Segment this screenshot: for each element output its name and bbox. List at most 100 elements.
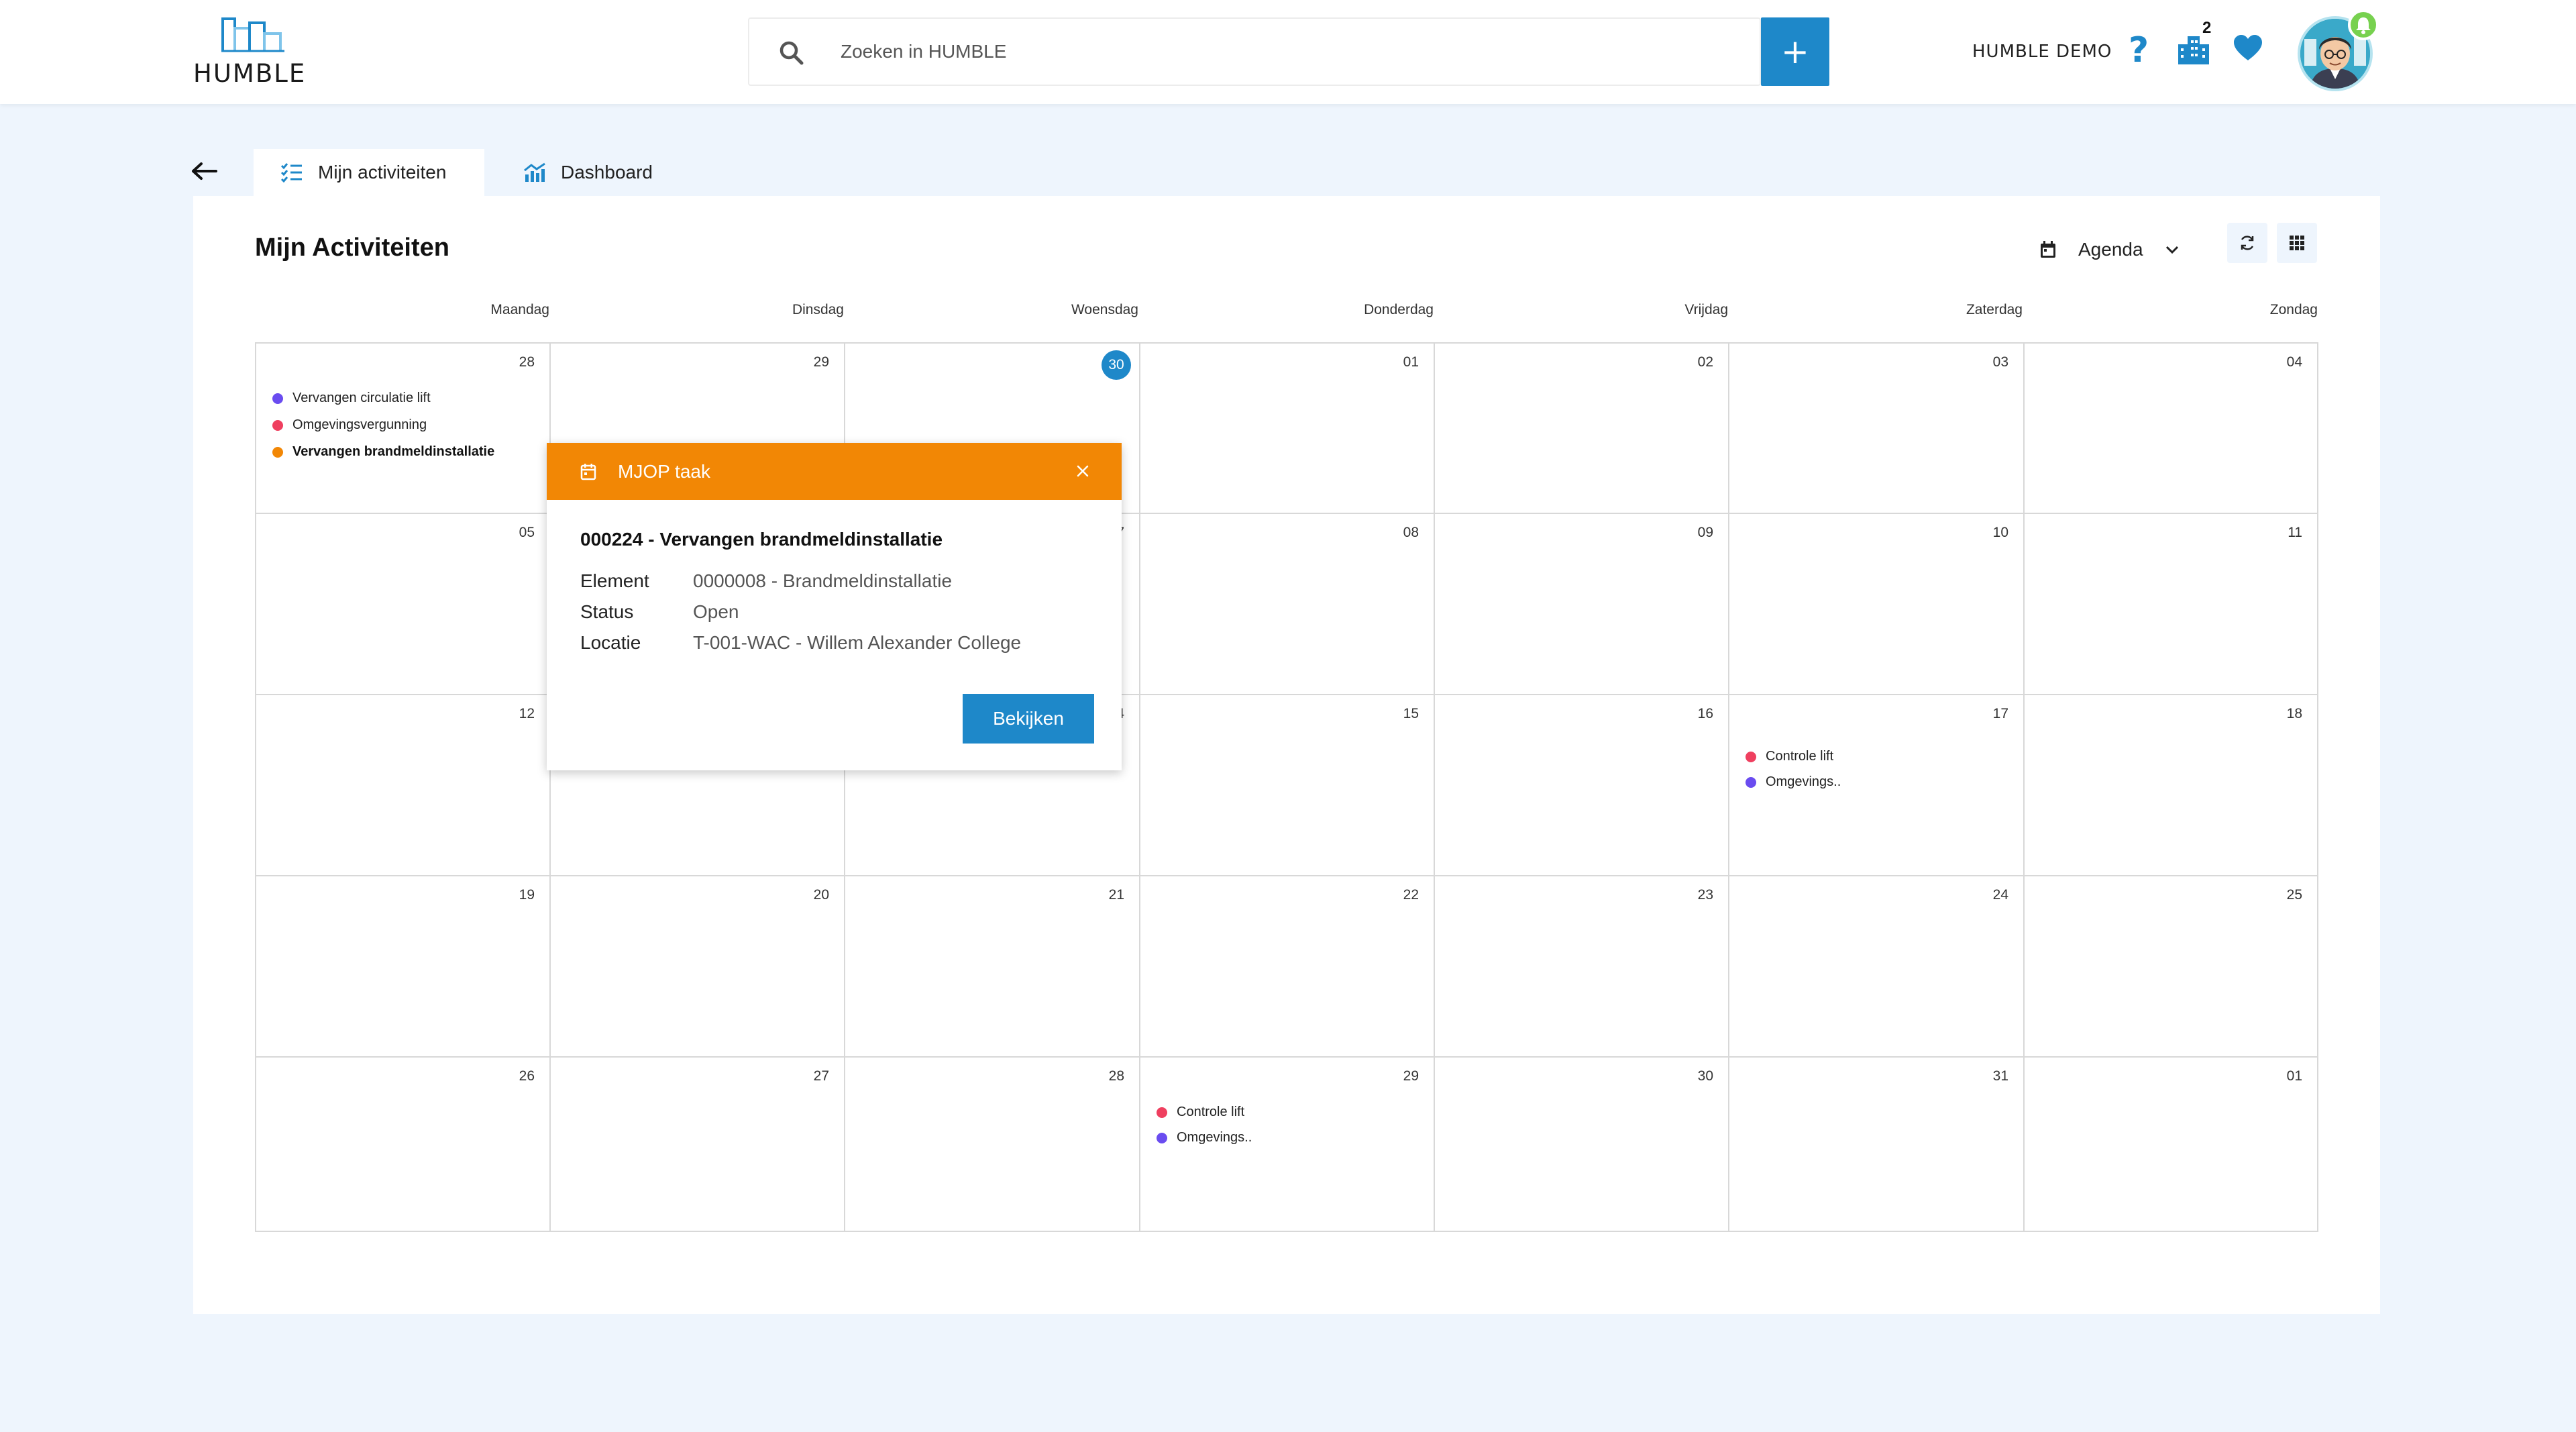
notification-bell-icon[interactable] (2348, 9, 2379, 40)
event-label: Omgevings.. (1177, 1130, 1252, 1145)
day-number: 01 (2286, 1068, 2302, 1084)
calendar-day[interactable]: 02 (1435, 344, 1729, 514)
help-icon[interactable]: ? (2129, 30, 2149, 70)
humble-logo[interactable]: HUMBLE (193, 13, 314, 94)
tab-dashboard[interactable]: Dashboard (523, 149, 684, 196)
heart-icon[interactable] (2233, 34, 2263, 62)
calendar-day[interactable]: 28 Vervangen circulatie lift Omgevingsve… (256, 344, 551, 514)
event-label: Omgevings.. (1766, 774, 1841, 789)
calendar-event[interactable]: Controle lift (1157, 1105, 1244, 1120)
day-number: 11 (2288, 525, 2302, 540)
calendar-day[interactable]: 18 (2025, 695, 2318, 876)
calendar-day[interactable]: 24 (1729, 876, 2025, 1058)
calendar-day[interactable]: 03 (1729, 344, 2025, 514)
calendar-day[interactable]: 10 (1729, 514, 2025, 695)
day-number: 30 (1697, 1068, 1713, 1084)
event-popup: MJOP taak 000224 - Vervangen brandmeldin… (547, 443, 1122, 770)
event-dot (1157, 1132, 1167, 1143)
back-arrow-icon[interactable] (191, 161, 217, 181)
row-value: 0000008 - Brandmeldinstallatie (693, 570, 953, 591)
calendar-day[interactable]: 04 (2025, 344, 2318, 514)
day-number: 09 (1697, 525, 1713, 540)
day-number: 21 (1108, 887, 1124, 903)
day-number: 26 (519, 1068, 535, 1084)
row-value: Open (693, 601, 739, 622)
day-number: 15 (1403, 706, 1419, 721)
tab-label: Mijn activiteiten (318, 162, 447, 183)
calendar-day[interactable]: 30 (1435, 1058, 1729, 1232)
chevron-down-icon (2165, 246, 2178, 254)
day-number: 18 (2286, 706, 2302, 721)
row-value: T-001-WAC - Willem Alexander College (693, 632, 1022, 653)
chart-icon (524, 162, 545, 182)
day-number: 05 (519, 525, 535, 540)
calendar-event[interactable]: Omgevings.. (1157, 1130, 1252, 1145)
refresh-button[interactable] (2227, 223, 2267, 263)
search-input[interactable] (841, 19, 1646, 85)
calendar-day[interactable]: 01 (2025, 1058, 2318, 1232)
grid-icon (2290, 236, 2304, 250)
tab-mijn-activiteiten[interactable]: Mijn activiteiten (254, 149, 484, 196)
calendar-day[interactable]: 16 (1435, 695, 1729, 876)
calendar-day[interactable]: 29 Controle lift Omgevings.. (1140, 1058, 1435, 1232)
day-number: 16 (1697, 706, 1713, 721)
calendar-day[interactable]: 31 (1729, 1058, 2025, 1232)
today-marker: 30 (1102, 350, 1131, 380)
calendar-event[interactable]: Controle lift (1746, 749, 1833, 764)
day-number: 10 (1992, 525, 2008, 540)
view-select[interactable]: Agenda (2039, 236, 2180, 263)
calendar-day[interactable]: 22 (1140, 876, 1435, 1058)
page-title: Mijn Activiteiten (255, 234, 449, 262)
day-number: 01 (1403, 354, 1419, 370)
calendar-icon (580, 463, 596, 480)
calendar-day[interactable]: 01 (1140, 344, 1435, 514)
calendar-icon (2041, 241, 2055, 258)
organization-name[interactable]: HUMBLE DEMO (1972, 42, 2112, 62)
weekday-label: Dinsdag (792, 302, 844, 317)
weekday-label: Woensdag (1071, 302, 1138, 317)
calendar-day[interactable]: 11 (2025, 514, 2318, 695)
weekday-label: Donderdag (1364, 302, 1434, 317)
day-number: 23 (1697, 887, 1713, 903)
calendar-day[interactable]: 09 (1435, 514, 1729, 695)
calendar-day[interactable]: 25 (2025, 876, 2318, 1058)
calendar-day[interactable]: 28 (845, 1058, 1140, 1232)
calendar-event[interactable]: Omgevingsvergunning (272, 417, 427, 433)
add-button[interactable]: + (1761, 17, 1829, 86)
calendar-day[interactable]: 23 (1435, 876, 1729, 1058)
calendar-day[interactable]: 08 (1140, 514, 1435, 695)
bekijken-button[interactable]: Bekijken (963, 694, 1094, 744)
logo-text: HUMBLE (193, 59, 307, 88)
view-select-label: Agenda (2078, 239, 2143, 260)
calendar-day[interactable]: 15 (1140, 695, 1435, 876)
calendar-event[interactable]: Omgevings.. (1746, 774, 1841, 790)
calendar-day[interactable]: 19 (256, 876, 551, 1058)
calendar-day[interactable]: 27 (551, 1058, 845, 1232)
day-number: 22 (1403, 887, 1419, 903)
event-label: Vervangen circulatie lift (292, 391, 431, 405)
grid-view-button[interactable] (2277, 223, 2317, 263)
calendar-day[interactable]: 20 (551, 876, 845, 1058)
calendar-day[interactable]: 26 (256, 1058, 551, 1232)
calendar-day[interactable]: 05 (256, 514, 551, 695)
calendar-day[interactable]: 12 (256, 695, 551, 876)
weekday-label: Zaterdag (1966, 302, 2023, 317)
day-number: 03 (1992, 354, 2008, 370)
event-dot (272, 419, 283, 431)
event-dot (272, 393, 283, 404)
popup-row-locatie: Locatie T-001-WAC - Willem Alexander Coll… (580, 632, 1021, 654)
popup-title: 000224 - Vervangen brandmeldinstallatie (580, 529, 943, 550)
weekday-label: Vrijdag (1684, 302, 1728, 317)
calendar-day[interactable]: 17 Controle lift Omgevings.. (1729, 695, 2025, 876)
close-icon[interactable] (1072, 460, 1093, 482)
calendar-day[interactable]: 21 (845, 876, 1140, 1058)
calendar-event[interactable]: Vervangen circulatie lift (272, 391, 431, 406)
activities-card: Mijn Activiteiten Agenda Maandag Dinsdag… (193, 196, 2380, 1314)
weekday-label: Zondag (2269, 302, 2318, 317)
calendar-event-selected[interactable]: Vervangen brandmeldinstallatie (272, 444, 494, 460)
building-icon[interactable] (2177, 35, 2210, 64)
day-number: 25 (2286, 887, 2302, 903)
event-dot (272, 446, 283, 458)
day-number: 08 (1403, 525, 1419, 540)
refresh-icon (2241, 236, 2254, 250)
